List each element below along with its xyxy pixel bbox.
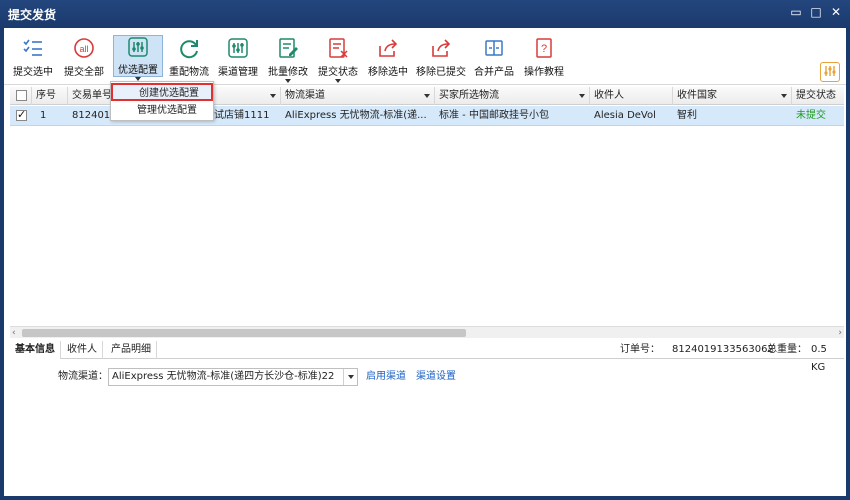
scrollbar-thumb[interactable]	[22, 329, 466, 337]
svg-text:?: ?	[541, 43, 547, 55]
column-header-channel[interactable]: 物流渠道	[281, 87, 435, 105]
tab-product-details[interactable]: 产品明细	[106, 341, 157, 359]
column-header-status[interactable]: 提交状态	[792, 87, 844, 105]
remove-submitted-button[interactable]: 移除已提交	[415, 36, 467, 84]
toolbar-label: 合并产品	[474, 67, 514, 78]
column-header-label: 物流渠道	[285, 90, 325, 101]
status-icon	[326, 36, 350, 60]
checklist-icon	[21, 36, 45, 60]
merge-products-button[interactable]: 合并产品	[472, 36, 516, 84]
submit-selected-button[interactable]: 提交选中	[12, 36, 54, 84]
channel-icon	[226, 36, 250, 60]
tab-basic-info[interactable]: 基本信息	[10, 341, 61, 359]
order-no-label: 订单号：	[620, 344, 660, 355]
order-no-value: 8124019133563062	[672, 344, 774, 355]
title-bar: 提交发货 ▭ □ ✕	[0, 0, 850, 28]
chevron-down-icon[interactable]	[781, 94, 787, 98]
close-button[interactable]: ✕	[828, 4, 844, 20]
column-header-recipient[interactable]: 收件人	[590, 87, 673, 105]
detail-tabs: 基本信息 收件人 产品明细 订单号： 8124019133563062 总重量：…	[10, 341, 844, 373]
maximize-button[interactable]: □	[808, 4, 824, 20]
share-icon	[376, 36, 400, 60]
channel-settings-link[interactable]: 渠道设置	[416, 368, 456, 386]
column-header-buyer-logistics[interactable]: 买家所选物流	[435, 87, 590, 105]
svg-text:all: all	[79, 44, 88, 54]
chevron-down-icon	[285, 79, 291, 83]
help-icon: ?	[532, 36, 556, 60]
remove-selected-button[interactable]: 移除选中	[365, 36, 411, 84]
column-header-seq[interactable]: 序号	[32, 87, 68, 105]
toolbar-label: 移除已提交	[416, 67, 466, 78]
chevron-down-icon	[335, 79, 341, 83]
sliders-icon	[823, 64, 837, 81]
sliders-icon	[126, 36, 150, 58]
scroll-right-icon[interactable]: ›	[838, 327, 842, 339]
column-header-label: 买家所选物流	[439, 90, 499, 101]
channel-field-label: 物流渠道：	[58, 371, 108, 382]
window-title: 提交发货	[8, 8, 57, 22]
reassign-logistics-button[interactable]: 重配物流	[167, 36, 211, 84]
submit-all-button[interactable]: all 提交全部	[62, 36, 106, 84]
settings-sliders-button[interactable]	[820, 62, 840, 82]
toolbar: 提交选中 all 提交全部 优选配置 重配物流 渠道管理 批量修改 提交状态 移…	[4, 28, 846, 85]
cell-country: 智利	[677, 110, 697, 121]
all-icon: all	[72, 36, 96, 60]
weight-value: 0.5 KG	[811, 344, 827, 373]
cell-channel: AliExpress 无忧物流-标准(递...	[285, 110, 427, 121]
scroll-left-icon[interactable]: ‹	[12, 327, 16, 339]
weight-label: 总重量：	[767, 344, 807, 355]
horizontal-scrollbar[interactable]: ‹ ›	[10, 326, 844, 338]
tutorial-button[interactable]: ? 操作教程	[522, 36, 566, 84]
edit-icon	[276, 36, 300, 60]
refresh-icon	[177, 36, 201, 60]
toolbar-label: 重配物流	[169, 67, 209, 78]
toolbar-label: 提交状态	[318, 67, 358, 78]
minimize-button[interactable]: ▭	[788, 4, 804, 20]
toolbar-label: 移除选中	[368, 67, 408, 78]
column-header-country[interactable]: 收件国家	[673, 87, 792, 105]
menu-item-create-config[interactable]: 创建优选配置	[111, 83, 213, 101]
channel-management-button[interactable]: 渠道管理	[216, 36, 260, 84]
select-all-cell[interactable]	[10, 87, 32, 105]
enable-channel-link[interactable]: 启用渠道	[366, 368, 406, 386]
toolbar-label: 渠道管理	[218, 67, 258, 78]
chevron-down-icon[interactable]	[270, 94, 276, 98]
toolbar-label: 批量修改	[268, 67, 308, 78]
cell-status: 未提交	[796, 110, 826, 121]
menu-item-manage-config[interactable]: 管理优选配置	[111, 102, 213, 120]
channel-select-value: AliExpress 无忧物流-标准(递四方长沙仓-标准)22	[112, 371, 335, 382]
cell-seq: 1	[40, 110, 47, 121]
chevron-down-icon[interactable]	[579, 94, 585, 98]
column-header-label: 收件国家	[677, 90, 717, 101]
column-header-label: 交易单号	[72, 90, 112, 101]
submit-status-button[interactable]: 提交状态	[316, 36, 360, 84]
cell-store: 试店铺1111	[214, 110, 270, 121]
cell-recipient: Alesia DeVol	[594, 110, 656, 121]
preferred-config-button[interactable]: 优选配置	[113, 35, 163, 81]
chevron-down-icon[interactable]	[424, 94, 430, 98]
cell-buyer-logistics: 标准 - 中国邮政挂号小包	[439, 110, 549, 121]
toolbar-label: 提交全部	[64, 67, 104, 78]
batch-edit-button[interactable]: 批量修改	[266, 36, 310, 84]
tab-recipient[interactable]: 收件人	[62, 341, 103, 359]
select-all-checkbox[interactable]	[16, 90, 27, 101]
merge-icon	[482, 36, 506, 60]
toolbar-label: 提交选中	[13, 67, 53, 78]
row-checkbox[interactable]	[16, 108, 27, 121]
toolbar-label: 操作教程	[524, 67, 564, 78]
chevron-down-icon[interactable]	[343, 369, 357, 385]
preferred-config-menu: 创建优选配置 管理优选配置	[110, 81, 214, 121]
share-icon	[429, 36, 453, 60]
channel-select[interactable]: AliExpress 无忧物流-标准(递四方长沙仓-标准)22	[108, 368, 358, 386]
toolbar-label: 优选配置	[118, 65, 158, 76]
